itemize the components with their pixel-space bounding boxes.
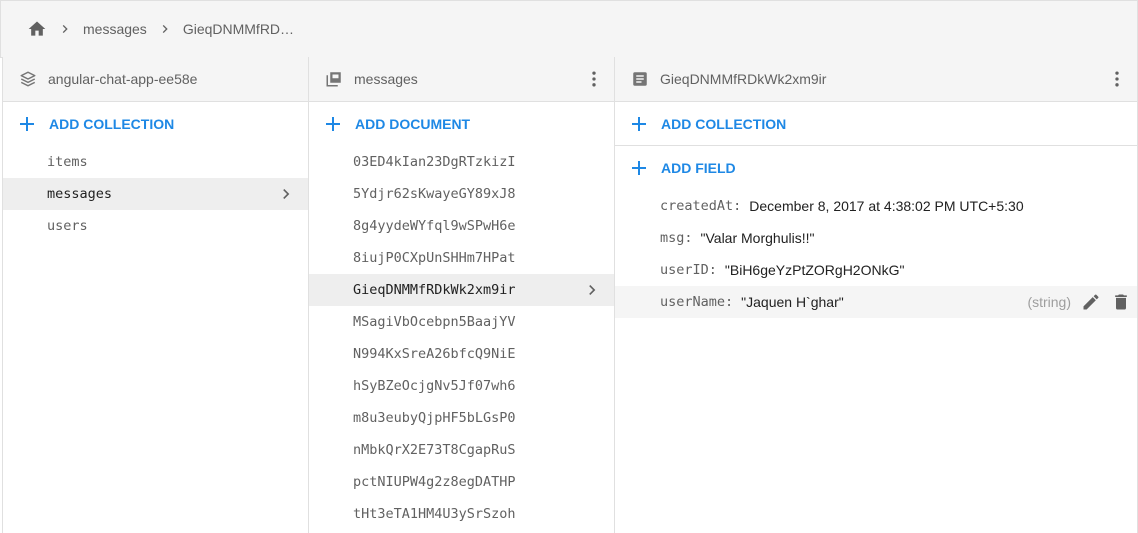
document-id: N994KxSreA26bfcQ9NiE bbox=[353, 346, 516, 362]
field-key: msg: bbox=[660, 230, 693, 246]
list-item[interactable]: N994KxSreA26bfcQ9NiE bbox=[309, 338, 614, 370]
collection-name: users bbox=[47, 218, 88, 234]
add-collection-label: ADD COLLECTION bbox=[661, 115, 787, 132]
document-id: 8g4yydeWYfql9wSPwH6e bbox=[353, 218, 516, 234]
document-id: MSagiVbOcebpn5BaajYV bbox=[353, 314, 516, 330]
list-item[interactable]: MSagiVbOcebpn5BaajYV bbox=[309, 306, 614, 338]
document-id: 03ED4kIan23DgRTzkizI bbox=[353, 154, 516, 170]
documents-panel: messages ADD DOCUMENT 03ED4kIan23DgRTzki… bbox=[308, 57, 615, 533]
collection-list: items messages users bbox=[3, 146, 308, 242]
plus-icon bbox=[324, 115, 342, 133]
add-field-label: ADD FIELD bbox=[661, 160, 736, 176]
breadcrumb-item-document[interactable]: GieqDNMMfRDk… bbox=[183, 21, 295, 37]
field-value: December 8, 2017 at 4:38:02 PM UTC+5:30 bbox=[749, 198, 1024, 214]
field-value: "BiH6geYzPtZORgH2ONkG" bbox=[724, 262, 905, 278]
project-title: angular-chat-app-ee58e bbox=[48, 71, 198, 87]
field-value: "Valar Morghulis!!" bbox=[700, 230, 815, 246]
plus-icon bbox=[630, 115, 648, 133]
document-id: hSyBZeOcjgNv5Jf07wh6 bbox=[353, 378, 516, 394]
chevron-right-icon bbox=[53, 19, 77, 39]
list-item[interactable]: items bbox=[3, 146, 308, 178]
document-id: 5Ydjr62sKwayeGY89xJ8 bbox=[353, 186, 516, 202]
list-item[interactable]: 03ED4kIan23DgRTzkizI bbox=[309, 146, 614, 178]
more-vert-icon[interactable] bbox=[1107, 69, 1127, 89]
document-id: nMbkQrX2E73T8CgapRuS bbox=[353, 442, 516, 458]
chevron-right-icon bbox=[582, 280, 602, 300]
field-row[interactable]: userID: "BiH6geYzPtZORgH2ONkG" bbox=[615, 254, 1137, 286]
field-key: userID: bbox=[660, 262, 717, 278]
document-id: GieqDNMMfRDkWk2xm9ir bbox=[353, 282, 516, 298]
document-id: m8u3eubyQjpHF5bLGsP0 bbox=[353, 410, 516, 426]
field-value: "Jaquen H`ghar" bbox=[741, 294, 844, 310]
list-item[interactable]: GieqDNMMfRDkWk2xm9ir bbox=[309, 274, 614, 306]
delete-icon[interactable] bbox=[1111, 292, 1131, 312]
add-document-label: ADD DOCUMENT bbox=[355, 116, 471, 132]
field-type: (string) bbox=[1027, 294, 1071, 310]
collections-panel: angular-chat-app-ee58e ADD COLLECTION it… bbox=[2, 57, 309, 533]
more-vert-icon[interactable] bbox=[584, 69, 604, 89]
list-item[interactable]: m8u3eubyQjpHF5bLGsP0 bbox=[309, 402, 614, 434]
field-row[interactable]: msg: "Valar Morghulis!!" bbox=[615, 222, 1137, 254]
home-icon[interactable] bbox=[27, 19, 47, 39]
plus-icon bbox=[630, 159, 648, 177]
field-key: userName: bbox=[660, 294, 734, 310]
collection-name: items bbox=[47, 154, 88, 170]
list-item[interactable]: users bbox=[3, 210, 308, 242]
collection-name: messages bbox=[47, 186, 113, 202]
chevron-right-icon bbox=[276, 184, 296, 204]
document-title: GieqDNMMfRDkWk2xm9ir bbox=[660, 71, 827, 87]
edit-icon[interactable] bbox=[1081, 292, 1101, 312]
document-list: 03ED4kIan23DgRTzkizI 5Ydjr62sKwayeGY89xJ… bbox=[309, 146, 614, 530]
breadcrumb-item-messages[interactable]: messages bbox=[83, 21, 147, 37]
document-id: 8iujP0CXpUnSHHm7HPat bbox=[353, 250, 516, 266]
panel-header: messages bbox=[309, 57, 614, 102]
document-panel: GieqDNMMfRDkWk2xm9ir ADD COLLECTION ADD … bbox=[614, 57, 1138, 533]
list-item[interactable]: messages bbox=[3, 178, 308, 210]
add-document-button[interactable]: ADD DOCUMENT bbox=[309, 102, 614, 146]
add-collection-button[interactable]: ADD COLLECTION bbox=[3, 102, 308, 146]
add-subcollection-button[interactable]: ADD COLLECTION bbox=[615, 102, 1137, 146]
field-row[interactable]: userName: "Jaquen H`ghar" (string) bbox=[615, 286, 1137, 318]
plus-icon bbox=[18, 115, 36, 133]
document-icon bbox=[631, 70, 649, 88]
collection-icon bbox=[325, 70, 343, 88]
field-key: createdAt: bbox=[660, 198, 742, 214]
list-item[interactable]: pctNIUPW4g2z8egDATHP bbox=[309, 466, 614, 498]
list-item[interactable]: tHt3eTA1HM4U3ySrSzoh bbox=[309, 498, 614, 530]
list-item[interactable]: 8g4yydeWYfql9wSPwH6e bbox=[309, 210, 614, 242]
field-row[interactable]: createdAt: December 8, 2017 at 4:38:02 P… bbox=[615, 190, 1137, 222]
list-item[interactable]: 5Ydjr62sKwayeGY89xJ8 bbox=[309, 178, 614, 210]
list-item[interactable]: nMbkQrX2E73T8CgapRuS bbox=[309, 434, 614, 466]
field-list: createdAt: December 8, 2017 at 4:38:02 P… bbox=[615, 190, 1137, 318]
panel-header: angular-chat-app-ee58e bbox=[3, 57, 308, 102]
collection-title: messages bbox=[354, 71, 418, 87]
breadcrumb: messages GieqDNMMfRDk… bbox=[0, 0, 1138, 58]
document-id: pctNIUPW4g2z8egDATHP bbox=[353, 474, 516, 490]
database-icon bbox=[19, 70, 37, 88]
add-collection-label: ADD COLLECTION bbox=[49, 116, 175, 132]
add-field-button[interactable]: ADD FIELD bbox=[615, 146, 1137, 190]
panel-header: GieqDNMMfRDkWk2xm9ir bbox=[615, 57, 1137, 102]
chevron-right-icon bbox=[153, 19, 177, 39]
list-item[interactable]: hSyBZeOcjgNv5Jf07wh6 bbox=[309, 370, 614, 402]
list-item[interactable]: 8iujP0CXpUnSHHm7HPat bbox=[309, 242, 614, 274]
document-id: tHt3eTA1HM4U3ySrSzoh bbox=[353, 506, 516, 522]
